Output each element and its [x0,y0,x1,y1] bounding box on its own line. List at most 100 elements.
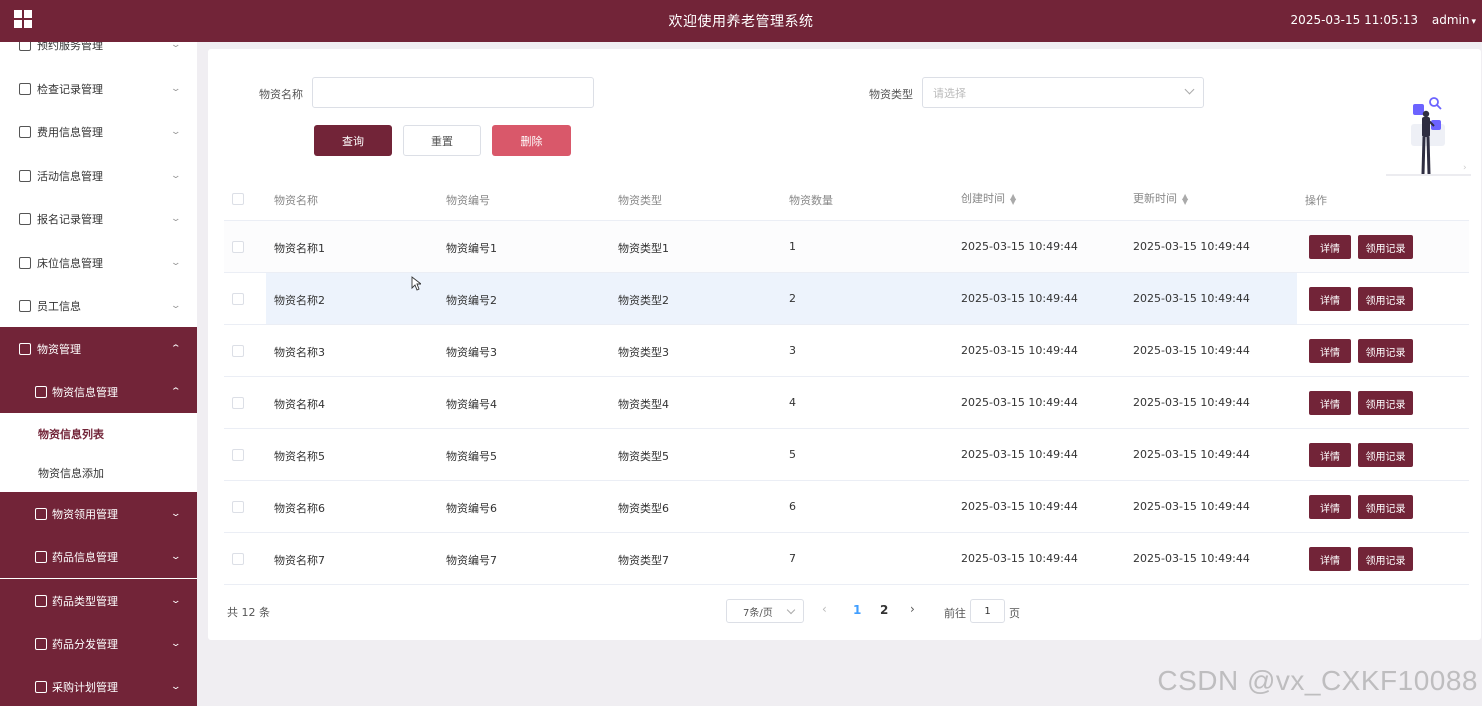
usage-record-button[interactable]: 领用记录 [1358,495,1413,519]
menu-icon [19,169,31,182]
detail-button[interactable]: 详情 [1309,443,1351,467]
sidebar-item-label: 物资信息列表 [38,427,104,441]
cell-code: 物资编号6 [446,502,497,515]
sidebar: 预约服务管理 ⌄ 检查记录管理 ⌄ 费用信息管理 ⌄ 活动信息管理 ⌄ 报名记录… [0,42,197,706]
table-row[interactable]: 物资名称6 物资编号6 物资类型6 6 2025-03-15 10:49:44 … [224,481,1469,533]
select-all-checkbox[interactable] [232,193,244,205]
cell-qty: 3 [789,344,796,357]
menu-icon [35,507,47,520]
cell-type: 物资类型7 [618,554,669,567]
usage-record-button[interactable]: 领用记录 [1358,391,1413,415]
detail-button[interactable]: 详情 [1309,547,1351,571]
current-datetime: 2025-03-15 11:05:13 [1290,13,1418,27]
col-created[interactable]: 创建时间 ▲ ▼ [961,190,1016,206]
sidebar-item-label: 活动信息管理 [37,169,103,183]
cell-updated: 2025-03-15 10:49:44 [1133,396,1250,409]
usage-record-button[interactable]: 领用记录 [1358,287,1413,311]
row-checkbox[interactable] [232,449,244,461]
delete-button[interactable]: 删除 [492,125,571,156]
sidebar-item-material-usage[interactable]: 物资领用管理 ⌄ [0,492,197,535]
sidebar-item-material-add[interactable]: 物资信息添加 [0,453,197,492]
cell-created: 2025-03-15 10:49:44 [961,396,1078,409]
detail-button[interactable]: 详情 [1309,339,1351,363]
cell-type: 物资类型1 [618,242,669,255]
table-row[interactable]: 物资名称3 物资编号3 物资类型3 3 2025-03-15 10:49:44 … [224,325,1469,377]
detail-button[interactable]: 详情 [1309,287,1351,311]
name-search-input[interactable] [312,77,594,108]
row-checkbox[interactable] [232,241,244,253]
sidebar-item-activities[interactable]: 活动信息管理 ⌄ [0,154,197,197]
sidebar-item-staff[interactable]: 员工信息 ⌄ [0,284,197,327]
table-row[interactable]: 物资名称5 物资编号5 物资类型5 5 2025-03-15 10:49:44 … [224,429,1469,481]
chevron-down-icon: ⌄ [170,638,182,649]
row-checkbox[interactable] [232,501,244,513]
chevron-down-icon: ▾ [1471,17,1476,27]
detail-button[interactable]: 详情 [1309,235,1351,259]
page-2[interactable]: 2 [880,603,888,617]
cell-name: 物资名称3 [274,346,325,359]
row-checkbox[interactable] [232,397,244,409]
sidebar-item-inspection[interactable]: 检查记录管理 ⌄ [0,67,197,110]
cell-created: 2025-03-15 10:49:44 [961,292,1078,305]
sidebar-item-material-list[interactable]: 物资信息列表 [0,414,197,453]
goto-page-input[interactable]: 1 [970,599,1005,623]
detail-button[interactable]: 详情 [1309,495,1351,519]
usage-record-button[interactable]: 领用记录 [1358,235,1413,259]
sidebar-item-fees[interactable]: 费用信息管理 ⌄ [0,110,197,153]
row-checkbox[interactable] [232,553,244,565]
chevron-down-icon: ⌄ [170,83,182,94]
sidebar-item-label: 物资信息添加 [38,466,104,480]
sidebar-item-materials[interactable]: 物资管理 ⌃ [0,327,197,370]
row-checkbox[interactable] [232,345,244,357]
cell-created: 2025-03-15 10:49:44 [961,448,1078,461]
reset-button[interactable]: 重置 [403,125,481,156]
sort-icon[interactable]: ▲ ▼ [1010,193,1016,206]
name-filter-label: 物资名称 [259,88,303,101]
cell-created: 2025-03-15 10:49:44 [961,552,1078,565]
usage-record-button[interactable]: 领用记录 [1358,547,1413,571]
pager-total: 共 12 条 [227,606,270,619]
type-select[interactable]: 请选择 [922,77,1204,108]
page-size-select[interactable]: 7条/页 [726,599,804,623]
usage-record-button[interactable]: 领用记录 [1358,443,1413,467]
row-checkbox[interactable] [232,293,244,305]
cell-updated: 2025-03-15 10:49:44 [1133,344,1250,357]
cell-created: 2025-03-15 10:49:44 [961,344,1078,357]
table-row[interactable]: 物资名称7 物资编号7 物资类型7 7 2025-03-15 10:49:44 … [224,533,1469,585]
user-menu[interactable]: admin ▾ [1432,13,1476,27]
sidebar-item-material-info[interactable]: 物资信息管理 ⌃ [0,370,197,413]
usage-record-button[interactable]: 领用记录 [1358,339,1413,363]
chevron-up-icon: ⌃ [170,386,182,397]
sidebar-item-drug-info[interactable]: 药品信息管理 ⌄ [0,535,197,578]
cell-code: 物资编号1 [446,242,497,255]
col-updated[interactable]: 更新时间 ▲ ▼ [1133,190,1188,206]
query-button[interactable]: 查询 [314,125,392,156]
cell-updated: 2025-03-15 10:49:44 [1133,448,1250,461]
sidebar-item-label: 物资信息管理 [52,385,118,399]
chevron-down-icon: ⌄ [170,551,182,562]
menu-icon [19,299,31,312]
col-actions: 操作 [1305,194,1327,207]
prev-page-icon[interactable]: ‹ [822,602,827,616]
page-1[interactable]: 1 [853,603,861,617]
table-row[interactable]: 物资名称1 物资编号1 物资类型1 1 2025-03-15 10:49:44 … [224,221,1469,273]
svg-text:›: › [1463,163,1467,173]
sidebar-item-drug-type[interactable]: 药品类型管理 ⌄ [0,579,197,622]
sidebar-item-beds[interactable]: 床位信息管理 ⌄ [0,241,197,284]
next-page-icon[interactable]: › [910,602,915,616]
sidebar-item-drug-dispense[interactable]: 药品分发管理 ⌄ [0,622,197,665]
sidebar-item-purchase-plan[interactable]: 采购计划管理 ⌄ [0,665,197,706]
sidebar-item-label: 费用信息管理 [37,125,103,139]
type-select-placeholder: 请选择 [933,86,966,100]
cell-name: 物资名称4 [274,398,325,411]
detail-button[interactable]: 详情 [1309,391,1351,415]
cell-updated: 2025-03-15 10:49:44 [1133,240,1250,253]
sidebar-item-label: 药品类型管理 [52,594,118,608]
sidebar-item-signups[interactable]: 报名记录管理 ⌄ [0,197,197,240]
sidebar-item-appointment[interactable]: 预约服务管理 ⌄ [0,42,197,66]
sort-icon[interactable]: ▲ ▼ [1182,193,1188,206]
menu-icon [19,342,31,355]
table-row[interactable]: 物资名称4 物资编号4 物资类型4 4 2025-03-15 10:49:44 … [224,377,1469,429]
chevron-down-icon: ⌄ [170,170,182,181]
sidebar-item-label: 物资领用管理 [52,507,118,521]
